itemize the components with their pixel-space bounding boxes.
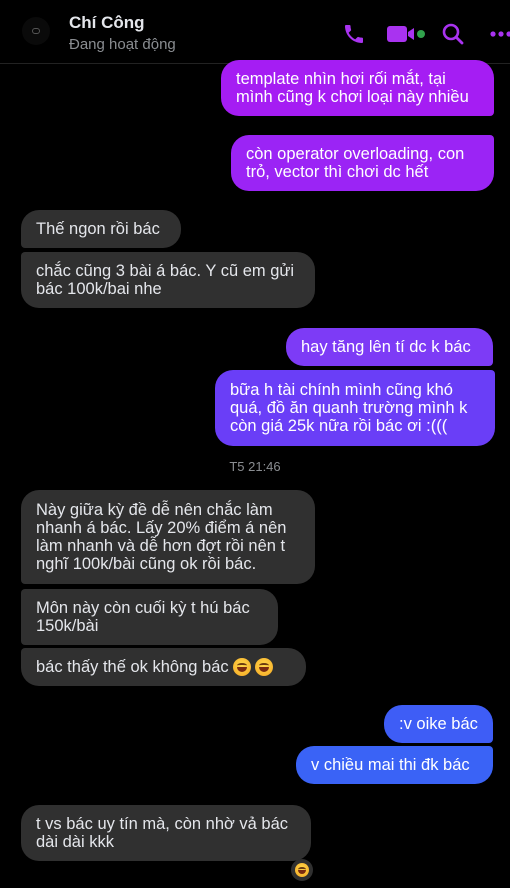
- phone-icon[interactable]: [342, 22, 366, 46]
- grinning-squint-emoji: [295, 863, 309, 877]
- message-text: bữa h tài chính mình cũng khó quá, đồ ăn…: [230, 381, 468, 435]
- message-text: còn operator overloading, con trỏ, vecto…: [246, 145, 465, 181]
- message-incoming[interactable]: t vs bác uy tín mà, còn nhờ vả bác dài d…: [21, 805, 311, 861]
- video-call-icon[interactable]: [386, 22, 426, 46]
- message-outgoing[interactable]: hay tăng lên tí dc k bác: [286, 328, 493, 366]
- message-incoming[interactable]: chắc cũng 3 bài á bác. Y cũ em gửi bác 1…: [21, 252, 315, 308]
- grinning-squint-emoji: [254, 658, 273, 676]
- message-outgoing[interactable]: :v oike bác: [384, 705, 493, 743]
- avatar[interactable]: [22, 17, 50, 45]
- message-outgoing[interactable]: v chiều mai thi đk bác: [296, 746, 493, 784]
- contact-name[interactable]: Chí Công: [69, 13, 145, 33]
- active-status: Đang hoạt động: [69, 36, 176, 53]
- search-icon[interactable]: [441, 22, 465, 46]
- more-options-icon[interactable]: [490, 22, 510, 46]
- timestamp: T5 21:46: [229, 459, 281, 474]
- message-text: bác thấy thế ok không bác: [36, 658, 229, 676]
- message-incoming[interactable]: Này giữa kỳ đề dễ nên chắc làm nhanh á b…: [21, 490, 315, 584]
- message-text: :v oike bác: [399, 715, 478, 733]
- message-outgoing[interactable]: còn operator overloading, con trỏ, vecto…: [231, 135, 494, 191]
- message-incoming[interactable]: bác thấy thế ok không bác: [21, 648, 306, 686]
- message-outgoing[interactable]: template nhìn hơi rối mắt, tại mình cũng…: [221, 60, 494, 116]
- message-text: Này giữa kỳ đề dễ nên chắc làm nhanh á b…: [36, 501, 287, 573]
- message-text: hay tăng lên tí dc k bác: [301, 338, 471, 356]
- message-text: Môn này còn cuối kỳ t hú bác 150k/bài: [36, 599, 250, 635]
- message-text: v chiều mai thi đk bác: [311, 756, 470, 774]
- message-reaction[interactable]: [291, 859, 313, 881]
- message-incoming[interactable]: Môn này còn cuối kỳ t hú bác 150k/bài: [21, 589, 278, 645]
- message-outgoing[interactable]: bữa h tài chính mình cũng khó quá, đồ ăn…: [215, 370, 495, 446]
- message-text: template nhìn hơi rối mắt, tại mình cũng…: [236, 70, 469, 106]
- grinning-squint-emoji: [232, 658, 251, 676]
- message-text: chắc cũng 3 bài á bác. Y cũ em gửi bác 1…: [36, 262, 295, 298]
- chat-header: Chí Công Đang hoạt động: [0, 0, 510, 64]
- message-text: Thế ngon rồi bác: [36, 220, 160, 238]
- message-incoming[interactable]: Thế ngon rồi bác: [21, 210, 181, 248]
- message-text: t vs bác uy tín mà, còn nhờ vả bác dài d…: [36, 815, 289, 851]
